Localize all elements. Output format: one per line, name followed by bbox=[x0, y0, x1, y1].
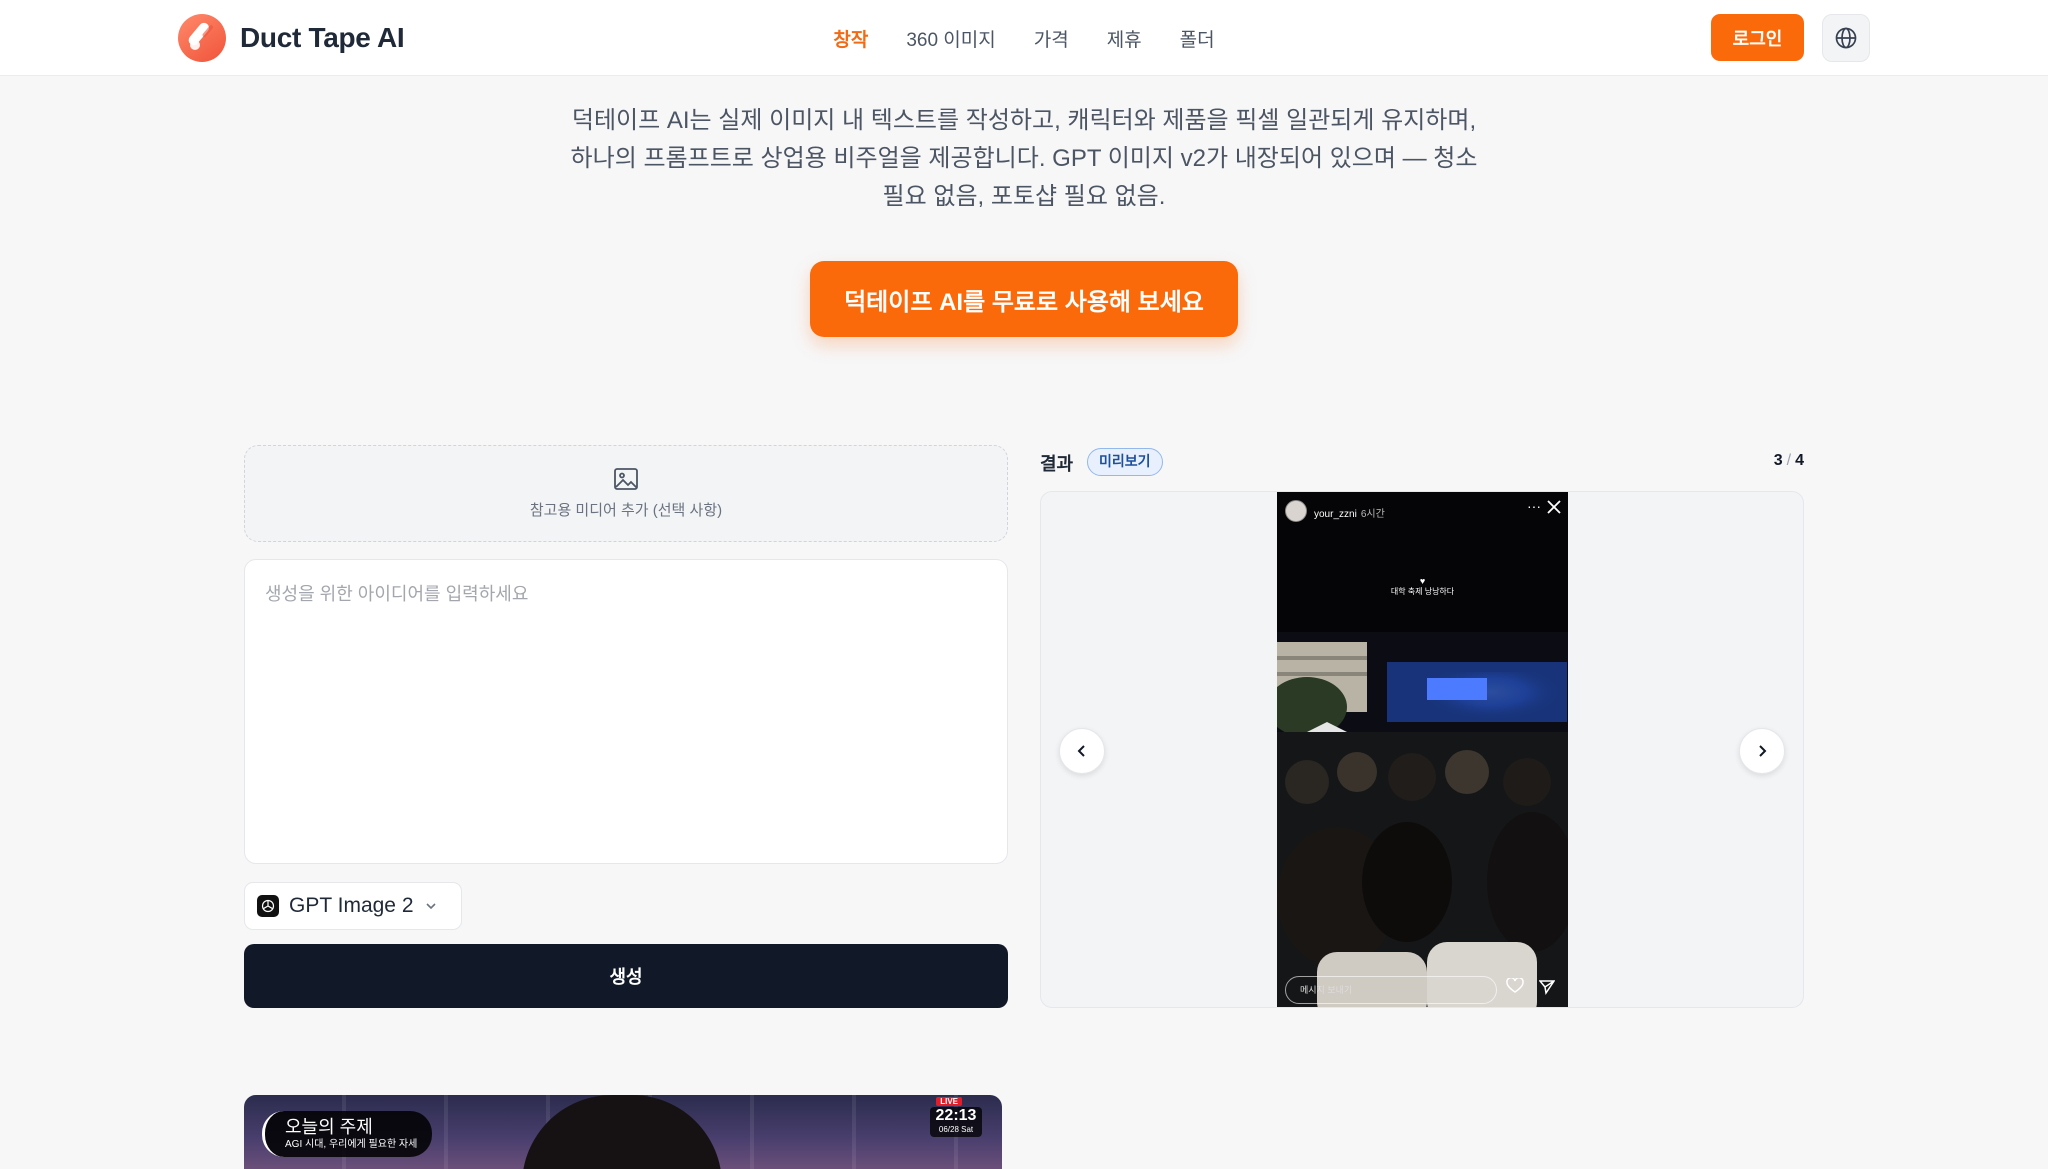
send-icon bbox=[1539, 980, 1555, 995]
globe-icon bbox=[1835, 27, 1857, 49]
result-counter: 3/4 bbox=[1773, 452, 1804, 469]
counter-current: 3 bbox=[1773, 452, 1783, 469]
brand-logo[interactable]: Duct Tape AI bbox=[178, 14, 405, 62]
topic-title: 오늘의 주제 bbox=[285, 1117, 373, 1137]
generate-button[interactable]: 생성 bbox=[244, 944, 1008, 1008]
previous-result-button[interactable] bbox=[1059, 728, 1105, 774]
avatar bbox=[1285, 500, 1307, 522]
clock-date: 06/28 Sat bbox=[938, 1125, 974, 1134]
language-button[interactable] bbox=[1822, 14, 1870, 62]
chevron-left-icon bbox=[1077, 745, 1085, 757]
top-header: Duct Tape AI 창작 360 이미지 가격 제휴 폴더 로그인 bbox=[0, 0, 2048, 76]
live-badge: LIVE bbox=[936, 1097, 962, 1106]
nav-partnership[interactable]: 제휴 bbox=[1107, 25, 1142, 52]
story-username-line: your_zzni 6시간 bbox=[1314, 505, 1385, 520]
counter-total: 4 bbox=[1795, 452, 1804, 469]
more-icon: ··· bbox=[1527, 498, 1541, 514]
message-input: 메시지 보내기 bbox=[1285, 976, 1497, 1004]
openai-icon bbox=[257, 895, 279, 917]
topic-caption: 오늘의 주제 AGI 시대, 우리에게 필요한 자세 bbox=[262, 1111, 432, 1157]
model-selector[interactable]: GPT Image 2 bbox=[244, 882, 462, 930]
heart-icon bbox=[1506, 978, 1524, 993]
nav-pricing[interactable]: 가격 bbox=[1034, 25, 1069, 52]
preview-badge: 미리보기 bbox=[1087, 448, 1163, 476]
story-bottom-bar: 메시지 보내기 bbox=[1277, 970, 1568, 1007]
video-thumbnail[interactable]: 오늘의 주제 AGI 시대, 우리에게 필요한 자세 LIVE 22:13 06… bbox=[244, 1095, 1002, 1169]
concert-photo bbox=[1277, 632, 1568, 1007]
nav-create[interactable]: 창작 bbox=[833, 25, 868, 52]
model-name: GPT Image 2 bbox=[289, 894, 414, 917]
image-icon bbox=[614, 468, 638, 490]
story-caption: ♥ 대학 축제 낭낭하다 bbox=[1277, 576, 1568, 597]
result-preview: your_zzni 6시간 ··· ♥ 대학 축제 낭낭하다 메시지 보내기 bbox=[1040, 491, 1804, 1008]
prompt-input[interactable] bbox=[244, 559, 1008, 864]
chevron-right-icon bbox=[1759, 745, 1767, 757]
story-username: your_zzni bbox=[1314, 509, 1357, 520]
try-free-button[interactable]: 덕테이프 AI를 무료로 사용해 보세요 bbox=[810, 261, 1238, 337]
nav-folder[interactable]: 폴더 bbox=[1180, 25, 1215, 52]
close-icon bbox=[1547, 500, 1561, 514]
clock-time: 22:13 bbox=[935, 1107, 977, 1124]
duct-tape-logo-icon bbox=[178, 14, 226, 62]
upload-label: 참고용 미디어 추가 (선택 사항) bbox=[529, 502, 723, 519]
story-top-bar: your_zzni 6시간 ··· bbox=[1277, 492, 1568, 532]
video-clock: 22:13 06/28 Sat bbox=[930, 1107, 982, 1137]
hero-description: 덕테이프 AI는 실제 이미지 내 텍스트를 작성하고, 캐릭터와 제품을 픽셀… bbox=[570, 107, 1478, 210]
nav-360-image[interactable]: 360 이미지 bbox=[906, 25, 995, 52]
chevron-down-icon bbox=[425, 903, 436, 910]
result-title: 결과 bbox=[1040, 454, 1074, 474]
topic-subtitle: AGI 시대, 우리에게 필요한 자세 bbox=[285, 1139, 418, 1150]
story-time: 6시간 bbox=[1360, 509, 1385, 520]
media-upload-dropzone[interactable]: 참고용 미디어 추가 (선택 사항) bbox=[244, 445, 1008, 542]
brand-name: Duct Tape AI bbox=[240, 22, 405, 53]
login-button[interactable]: 로그인 bbox=[1711, 14, 1804, 61]
story-screenshot: your_zzni 6시간 ··· ♥ 대학 축제 낭낭하다 메시지 보내기 bbox=[1277, 492, 1568, 1007]
next-result-button[interactable] bbox=[1739, 728, 1785, 774]
heart-small-icon: ♥ bbox=[1419, 576, 1426, 586]
story-caption-text: 대학 축제 낭낭하다 bbox=[1390, 587, 1455, 596]
result-header: 결과 미리보기 3/4 bbox=[1040, 446, 1804, 476]
